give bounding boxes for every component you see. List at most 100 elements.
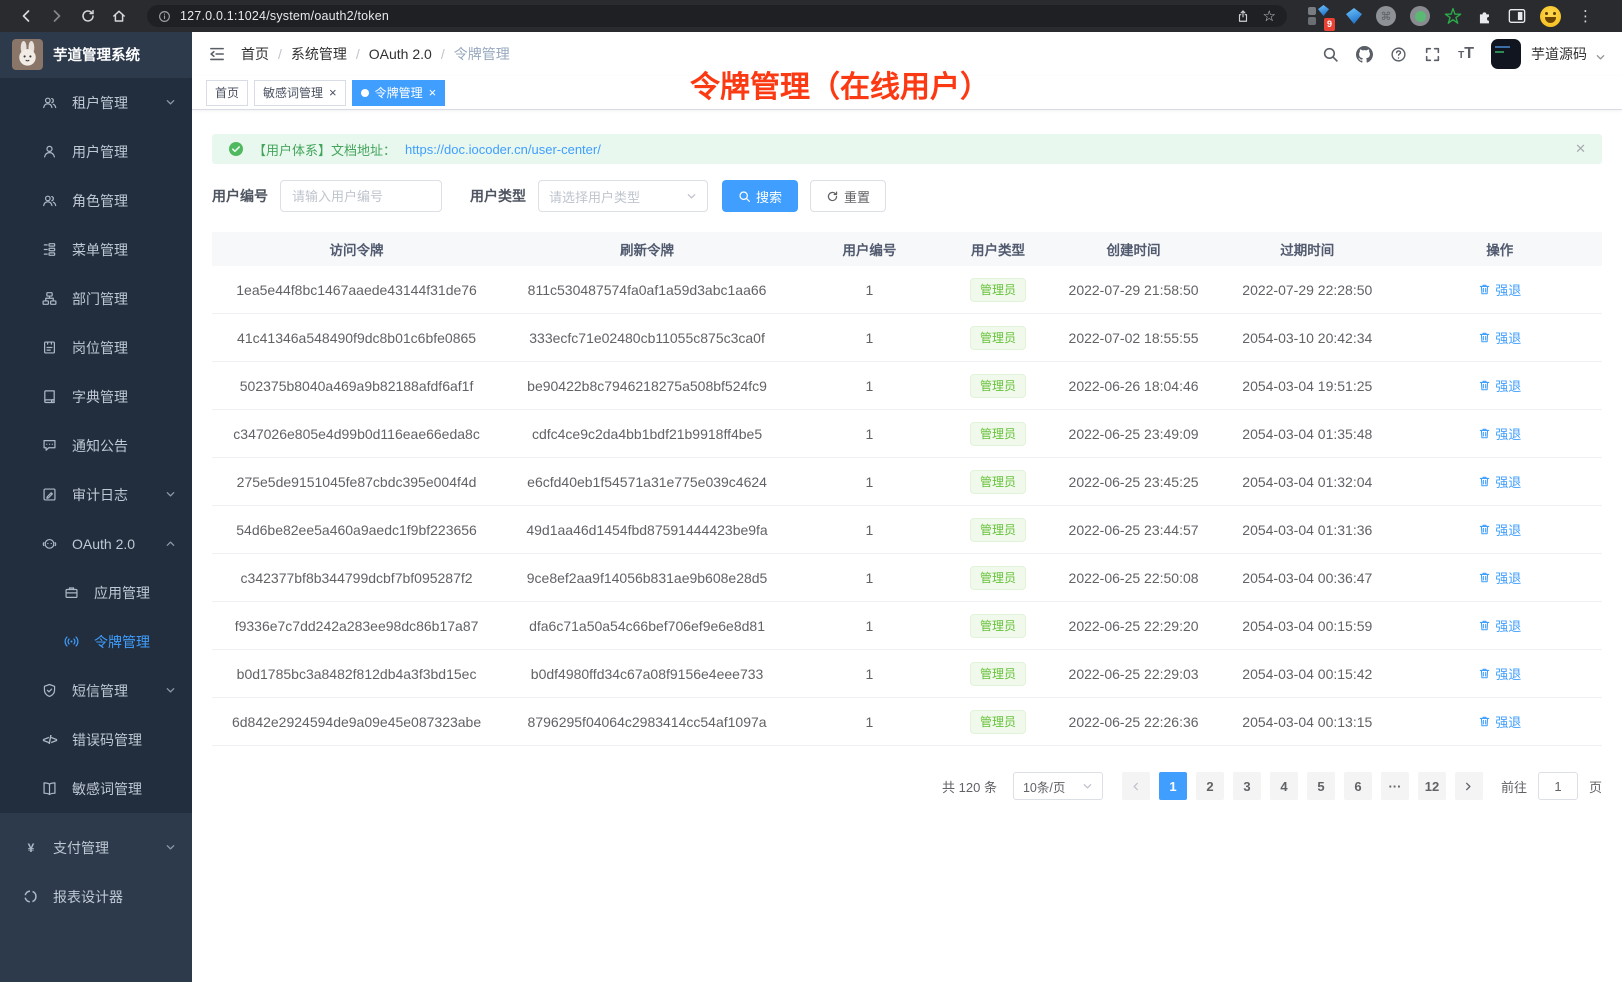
goto-page-input[interactable] — [1538, 772, 1578, 800]
sidebar-item-12[interactable]: 短信管理 — [0, 666, 192, 715]
record-extension-icon[interactable] — [1410, 6, 1430, 26]
browser-back-icon[interactable] — [18, 8, 34, 24]
table-row: c342377bf8b344799dcbf7bf095287f2 9ce8ef2… — [212, 554, 1602, 602]
search-icon[interactable] — [1322, 46, 1339, 63]
fullscreen-icon[interactable] — [1424, 46, 1441, 63]
expire-time-text: 2054-03-04 01:35:48 — [1242, 426, 1372, 442]
sidebar-item-14[interactable]: 敏感词管理 — [0, 764, 192, 813]
alert-close-icon[interactable]: ✕ — [1575, 141, 1586, 157]
force-logout-label: 强退 — [1495, 520, 1521, 539]
force-logout-button[interactable]: 强退 — [1478, 472, 1521, 491]
breadcrumb-item[interactable]: OAuth 2.0 — [369, 46, 432, 62]
extensions-puzzle-icon[interactable] — [1476, 7, 1494, 25]
sidebar-item-0[interactable]: 租户管理 — [0, 78, 192, 127]
force-logout-button[interactable]: 强退 — [1478, 424, 1521, 443]
share-icon[interactable] — [1236, 9, 1250, 23]
sidebar-item-1[interactable]: 用户管理 — [0, 127, 192, 176]
sidebar-item-2[interactable]: 角色管理 — [0, 176, 192, 225]
sidebar-collapse-icon[interactable] — [208, 45, 226, 63]
reset-button[interactable]: 重置 — [810, 180, 886, 212]
address-bar[interactable]: 127.0.0.1:1024/system/oauth2/token ☆ — [147, 5, 1287, 27]
pagination-ellipsis[interactable]: ··· — [1381, 772, 1409, 800]
sidebar-item-label: 令牌管理 — [94, 632, 192, 652]
profile-avatar[interactable] — [1540, 6, 1561, 27]
force-logout-button[interactable]: 强退 — [1478, 280, 1521, 299]
prev-page-button[interactable] — [1122, 772, 1150, 800]
sidebar-item-13[interactable]: </>错误码管理 — [0, 715, 192, 764]
browser-forward-icon[interactable] — [49, 8, 65, 24]
trash-icon — [1478, 331, 1491, 344]
app-logo-bar[interactable]: 芋道管理系统 — [0, 32, 192, 76]
chevron-down-icon[interactable] — [1595, 52, 1606, 63]
force-logout-button[interactable]: 强退 — [1478, 376, 1521, 395]
bookmark-star-icon[interactable]: ☆ — [1263, 9, 1276, 24]
user-type-select[interactable]: 请选择用户类型 — [538, 180, 708, 212]
doc-link[interactable]: https://doc.iocoder.cn/user-center/ — [405, 142, 601, 157]
omnibox-actions: ☆ — [1236, 9, 1276, 24]
search-button[interactable]: 搜索 — [722, 180, 798, 212]
page-button-1[interactable]: 1 — [1159, 772, 1187, 800]
tab-0[interactable]: 首页 — [206, 80, 248, 106]
user-avatar[interactable] — [1491, 39, 1521, 69]
sidebar-item-7[interactable]: 通知公告 — [0, 421, 192, 470]
sidebar-item-4[interactable]: 部门管理 — [0, 274, 192, 323]
sidebar-item-3[interactable]: 菜单管理 — [0, 225, 192, 274]
expire-time-text: 2054-03-04 00:15:59 — [1242, 618, 1372, 634]
sidebar-item-15[interactable]: ¥支付管理 — [0, 823, 192, 872]
chevron-down-icon — [165, 97, 176, 108]
created-time-text: 2022-06-25 23:45:25 — [1069, 474, 1199, 490]
force-logout-button[interactable]: 强退 — [1478, 328, 1521, 347]
page-size-select[interactable]: 10条/页 — [1013, 772, 1103, 800]
browser-menu-icon[interactable]: ⋮ — [1575, 7, 1596, 25]
sidebar-item-16[interactable]: 报表设计器 — [0, 872, 192, 921]
help-icon[interactable] — [1390, 46, 1407, 63]
force-logout-button[interactable]: 强退 — [1478, 520, 1521, 539]
user-type-badge: 管理员 — [970, 278, 1026, 302]
gem-extension-icon[interactable] — [1346, 8, 1362, 24]
font-size-icon[interactable]: TT — [1458, 45, 1474, 63]
page-button-12[interactable]: 12 — [1418, 772, 1446, 800]
page-button-3[interactable]: 3 — [1233, 772, 1261, 800]
force-logout-label: 强退 — [1495, 472, 1521, 491]
menu-tree-icon — [41, 242, 58, 257]
force-logout-button[interactable]: 强退 — [1478, 664, 1521, 683]
user-icon — [41, 144, 58, 159]
url-text: 127.0.0.1:1024/system/oauth2/token — [180, 9, 389, 23]
browser-reload-icon[interactable] — [80, 8, 96, 24]
created-time-text: 2022-07-02 18:55:55 — [1069, 330, 1199, 346]
sidebar-item-11[interactable]: 令牌管理 — [0, 617, 192, 666]
shield-icon — [41, 683, 58, 698]
sidebar-item-10[interactable]: 应用管理 — [0, 568, 192, 617]
sidebar-item-9[interactable]: OAuth 2.0 — [0, 519, 192, 568]
page-button-6[interactable]: 6 — [1344, 772, 1372, 800]
sidebar-item-5[interactable]: 岗位管理 — [0, 323, 192, 372]
dictionary-icon — [41, 389, 58, 404]
tab-close-icon[interactable]: × — [429, 86, 437, 99]
page-button-4[interactable]: 4 — [1270, 772, 1298, 800]
github-icon[interactable] — [1356, 46, 1373, 63]
breadcrumb-item[interactable]: 系统管理 — [291, 44, 347, 64]
next-page-button[interactable] — [1455, 772, 1483, 800]
force-logout-button[interactable]: 强退 — [1478, 568, 1521, 587]
password-extension-icon[interactable]: 9 — [1307, 4, 1332, 28]
force-logout-button[interactable]: 强退 — [1478, 712, 1521, 731]
tab-1[interactable]: 敏感词管理× — [254, 80, 346, 106]
page-info-icon[interactable] — [158, 10, 171, 23]
breadcrumb-item[interactable]: 首页 — [241, 44, 269, 64]
tab-close-icon[interactable]: × — [329, 86, 337, 99]
sidebar-item-6[interactable]: 字典管理 — [0, 372, 192, 421]
command-extension-icon[interactable]: ⌘ — [1376, 6, 1396, 26]
user-id-input[interactable] — [280, 180, 442, 212]
star-extension-icon[interactable] — [1444, 7, 1462, 25]
page-button-2[interactable]: 2 — [1196, 772, 1224, 800]
page-button-5[interactable]: 5 — [1307, 772, 1335, 800]
split-screen-icon[interactable] — [1508, 7, 1526, 25]
audit-log-icon — [41, 487, 58, 502]
sidebar-item-8[interactable]: 审计日志 — [0, 470, 192, 519]
tab-2[interactable]: 令牌管理× — [352, 80, 446, 106]
force-logout-button[interactable]: 强退 — [1478, 616, 1521, 635]
browser-home-icon[interactable] — [111, 8, 127, 24]
annotation-text: 令牌管理（在线用户） — [690, 62, 990, 106]
report-icon — [22, 889, 39, 904]
extension-square — [1308, 7, 1316, 15]
